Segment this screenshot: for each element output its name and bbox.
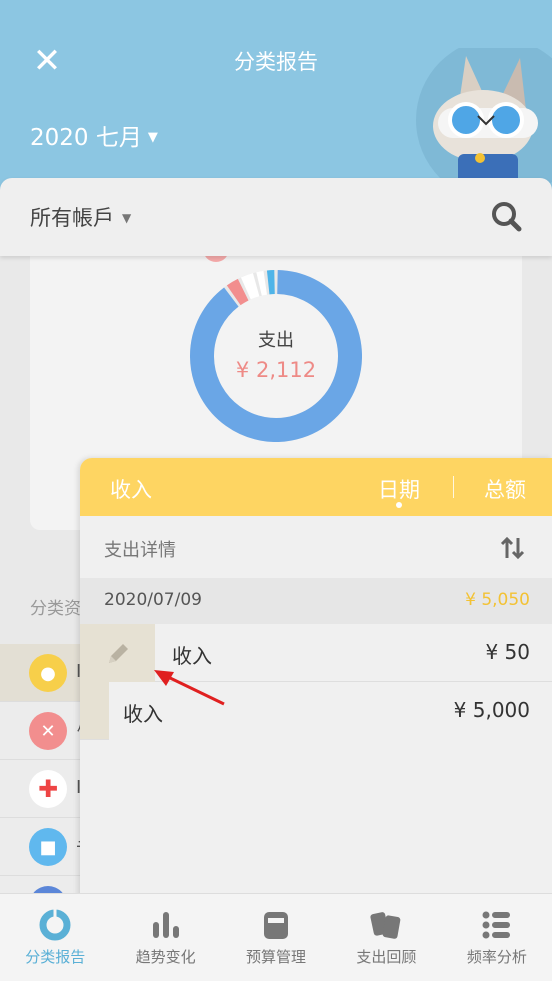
report-header: ✕ 分类报告 2020 七月 ▼ [0,0,552,200]
sort-toggle-icon[interactable] [500,536,526,560]
tab-label: 支出回顾 [356,948,417,966]
divider [453,476,454,498]
tab-label: 趋势变化 [135,948,196,966]
tab-label: 分类报告 [25,948,86,966]
medical-cross-icon: ✚ [29,770,67,808]
tab-label: 预算管理 [246,948,307,966]
cards-icon [370,912,401,939]
pie-report-icon [39,909,71,941]
account-bar: 所有帳戶 ▼ [0,178,552,256]
piggy-bank-icon: ● [29,654,67,692]
expense-donut-chart[interactable] [190,270,362,442]
detail-label: 支出详情 [104,540,176,561]
mascot-illustration [416,48,552,198]
donut-slice-0[interactable] [190,270,362,442]
tab-budget[interactable]: 预算管理 [221,894,331,981]
tab-category-report[interactable]: 分类报告 [0,894,110,981]
donut-center-label: 支出 [258,330,294,351]
donut-slice-1[interactable] [226,278,249,306]
pencil-icon [109,644,128,663]
tab-label: 频率分析 [466,948,527,966]
tab-trend[interactable]: 趋势变化 [110,894,220,981]
record-amount: ¥ 50 [485,640,530,664]
sort-by-date-button[interactable]: 日期 [378,474,420,504]
sort-by-amount-button[interactable]: 总额 [484,474,526,504]
group-date: 2020/07/09 [104,590,202,610]
caret-down-icon: ▼ [122,211,132,225]
list-icon [482,911,510,939]
donut-center-value: ¥ 2,112 [235,358,317,382]
panel-header: 收入 日期 总额 [80,458,552,516]
account-label: 所有帳戶 [30,206,114,230]
budget-jar-icon [264,912,289,939]
bus-icon: ■ [29,828,67,866]
active-sort-indicator [396,502,402,508]
category-section-label: 分类资 [30,599,81,619]
utensils-icon: ✕ [29,712,67,750]
search-icon[interactable] [490,200,522,232]
tab-frequency[interactable]: 频率分析 [442,894,552,981]
bottom-tab-bar: 分类报告 趋势变化 预算管理 支出回顾 频率分析 [0,893,552,981]
tab-review[interactable]: 支出回顾 [331,894,441,981]
date-group-header: 2020/07/09 ¥ 5,050 [80,578,552,624]
panel-title: 收入 [110,478,152,502]
donut-slice-3[interactable] [256,270,268,296]
record-amount: ¥ 5,000 [453,698,530,722]
group-total: ¥ 5,050 [465,590,530,610]
annotation-arrow-icon [154,670,225,706]
bar-chart-icon [152,912,179,938]
account-selector[interactable]: 所有帳戶 ▼ [30,202,131,232]
month-selector[interactable]: 2020 七月 ▼ [30,118,158,152]
donut-slice-2[interactable] [240,273,260,300]
month-label: 2020 七月 [30,125,142,151]
caret-down-icon: ▼ [147,130,158,145]
